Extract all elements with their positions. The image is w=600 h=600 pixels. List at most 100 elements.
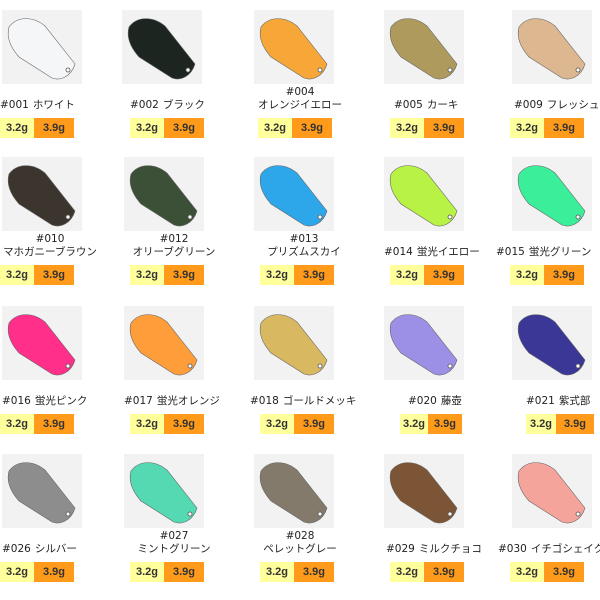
weight-32-button[interactable]: 3.2g bbox=[260, 265, 294, 285]
product-item[interactable]: #029 ミルクチョコ 3.2g 3.9g bbox=[360, 444, 482, 592]
product-item[interactable]: #005 カーキ 3.2g 3.9g bbox=[360, 0, 480, 148]
color-grid: #001 ホワイト 3.2g 3.9g #002 ブラック 3.2g 3.9g #0… bbox=[0, 0, 600, 600]
weight-32-button[interactable]: 3.2g bbox=[260, 562, 294, 582]
item-name: 蛍光オレンジ bbox=[156, 395, 220, 407]
weight-32-button[interactable]: 3.2g bbox=[0, 118, 34, 138]
item-label: #012 オリーブグリーン bbox=[124, 233, 224, 263]
item-name: 蛍光イエロー bbox=[416, 246, 480, 258]
item-label: #010 マホガニーブラウン bbox=[0, 233, 100, 263]
weight-options: 3.2g 3.9g bbox=[510, 562, 584, 582]
weight-32-button[interactable]: 3.2g bbox=[400, 414, 428, 434]
product-item[interactable]: #026 シルバー 3.2g 3.9g bbox=[0, 444, 120, 592]
weight-options: 3.2g 3.9g bbox=[130, 414, 204, 434]
item-name: ホワイト bbox=[32, 99, 75, 111]
item-name: シルバー bbox=[34, 543, 77, 555]
spoon-image bbox=[512, 10, 592, 84]
spoon-image bbox=[2, 10, 82, 84]
weight-32-button[interactable]: 3.2g bbox=[130, 265, 164, 285]
weight-options: 3.2g 3.9g bbox=[258, 118, 332, 138]
weight-32-button[interactable]: 3.2g bbox=[0, 562, 34, 582]
weight-39-button[interactable]: 3.9g bbox=[544, 562, 584, 582]
weight-32-button[interactable]: 3.2g bbox=[390, 562, 424, 582]
weight-options: 3.2g 3.9g bbox=[0, 562, 74, 582]
product-item[interactable]: #001 ホワイト 3.2g 3.9g bbox=[0, 0, 120, 148]
product-item[interactable]: #030 イチゴシェイク 3.2g 3.9g bbox=[480, 444, 600, 592]
weight-32-button[interactable]: 3.2g bbox=[130, 562, 164, 582]
weight-32-button[interactable]: 3.2g bbox=[390, 265, 424, 285]
weight-39-button[interactable]: 3.9g bbox=[556, 414, 594, 434]
weight-32-button[interactable]: 3.2g bbox=[0, 414, 34, 434]
weight-32-button[interactable]: 3.2g bbox=[258, 118, 292, 138]
weight-39-button[interactable]: 3.9g bbox=[294, 414, 334, 434]
product-item[interactable]: #002 ブラック 3.2g 3.9g bbox=[120, 0, 240, 148]
weight-39-button[interactable]: 3.9g bbox=[424, 265, 464, 285]
weight-39-button[interactable]: 3.9g bbox=[164, 265, 204, 285]
weight-options: 3.2g 3.9g bbox=[390, 562, 464, 582]
item-name: ブラック bbox=[162, 99, 205, 111]
weight-32-button[interactable]: 3.2g bbox=[510, 118, 544, 138]
item-code: #015 bbox=[496, 246, 525, 258]
product-item[interactable]: #010 マホガニーブラウン 3.2g 3.9g bbox=[0, 147, 120, 295]
item-name: イチゴシェイク bbox=[530, 543, 600, 555]
weight-39-button[interactable]: 3.9g bbox=[424, 562, 464, 582]
item-name: ペレットグレー bbox=[263, 543, 337, 555]
spoon-image bbox=[254, 454, 334, 528]
weight-39-button[interactable]: 3.9g bbox=[544, 118, 584, 138]
product-item[interactable]: #015 蛍光グリーン 3.2g 3.9g bbox=[480, 147, 600, 295]
item-name: ミルクチョコ bbox=[418, 543, 482, 555]
weight-options: 3.2g 3.9g bbox=[400, 414, 462, 434]
weight-options: 3.2g 3.9g bbox=[260, 265, 334, 285]
weight-39-button[interactable]: 3.9g bbox=[164, 414, 204, 434]
product-item[interactable]: #014 蛍光イエロー 3.2g 3.9g bbox=[360, 147, 480, 295]
weight-39-button[interactable]: 3.9g bbox=[294, 265, 334, 285]
weight-39-button[interactable]: 3.9g bbox=[34, 414, 74, 434]
weight-32-button[interactable]: 3.2g bbox=[130, 414, 164, 434]
product-item[interactable]: #028 ペレットグレー 3.2g 3.9g bbox=[240, 444, 360, 592]
weight-32-button[interactable]: 3.2g bbox=[510, 562, 544, 582]
weight-39-button[interactable]: 3.9g bbox=[428, 414, 462, 434]
weight-options: 3.2g 3.9g bbox=[526, 414, 594, 434]
product-item[interactable]: #009 フレッシュ 3.2g 3.9g bbox=[480, 0, 600, 148]
weight-39-button[interactable]: 3.9g bbox=[294, 562, 334, 582]
product-item[interactable]: #021 紫式部 3.2g 3.9g bbox=[480, 296, 600, 444]
weight-39-button[interactable]: 3.9g bbox=[34, 562, 74, 582]
weight-39-button[interactable]: 3.9g bbox=[424, 118, 464, 138]
item-name: ミントグリーン bbox=[137, 543, 211, 555]
spoon-image bbox=[124, 306, 204, 380]
item-code: #010 bbox=[35, 233, 65, 245]
item-code: #013 bbox=[289, 233, 319, 245]
product-item[interactable]: #012 オリーブグリーン 3.2g 3.9g bbox=[120, 147, 240, 295]
weight-32-button[interactable]: 3.2g bbox=[390, 118, 424, 138]
item-name: 蛍光グリーン bbox=[528, 246, 592, 258]
product-item[interactable]: #017 蛍光オレンジ 3.2g 3.9g bbox=[120, 296, 240, 444]
product-item[interactable]: #027 ミントグリーン 3.2g 3.9g bbox=[120, 444, 240, 592]
weight-32-button[interactable]: 3.2g bbox=[130, 118, 164, 138]
item-code: #012 bbox=[159, 233, 189, 245]
weight-32-button[interactable]: 3.2g bbox=[260, 414, 294, 434]
weight-39-button[interactable]: 3.9g bbox=[164, 118, 204, 138]
weight-32-button[interactable]: 3.2g bbox=[526, 414, 556, 434]
weight-32-button[interactable]: 3.2g bbox=[0, 265, 34, 285]
product-item[interactable]: #018 ゴールドメッキ 3.2g 3.9g bbox=[240, 296, 360, 444]
weight-39-button[interactable]: 3.9g bbox=[544, 265, 584, 285]
item-code: #014 bbox=[384, 246, 413, 258]
item-name: マホガニーブラウン bbox=[3, 246, 97, 258]
weight-39-button[interactable]: 3.9g bbox=[34, 118, 74, 138]
item-label: #027 ミントグリーン bbox=[124, 530, 224, 560]
weight-options: 3.2g 3.9g bbox=[0, 414, 74, 434]
weight-32-button[interactable]: 3.2g bbox=[510, 265, 544, 285]
spoon-image bbox=[512, 306, 592, 380]
item-name: 蛍光ピンク bbox=[34, 395, 88, 407]
product-item[interactable]: #016 蛍光ピンク 3.2g 3.9g bbox=[0, 296, 120, 444]
weight-39-button[interactable]: 3.9g bbox=[292, 118, 332, 138]
item-label: #004 オレンジイエロー bbox=[254, 86, 346, 116]
spoon-image bbox=[122, 10, 202, 84]
spoon-image bbox=[254, 10, 334, 84]
spoon-image bbox=[2, 454, 82, 528]
weight-39-button[interactable]: 3.9g bbox=[164, 562, 204, 582]
weight-options: 3.2g 3.9g bbox=[510, 118, 584, 138]
weight-39-button[interactable]: 3.9g bbox=[34, 265, 74, 285]
product-item[interactable]: #013 プリズムスカイ 3.2g 3.9g bbox=[240, 147, 360, 295]
product-item[interactable]: #004 オレンジイエロー 3.2g 3.9g bbox=[240, 0, 360, 148]
product-item[interactable]: #020 藤壺 3.2g 3.9g bbox=[360, 296, 480, 444]
